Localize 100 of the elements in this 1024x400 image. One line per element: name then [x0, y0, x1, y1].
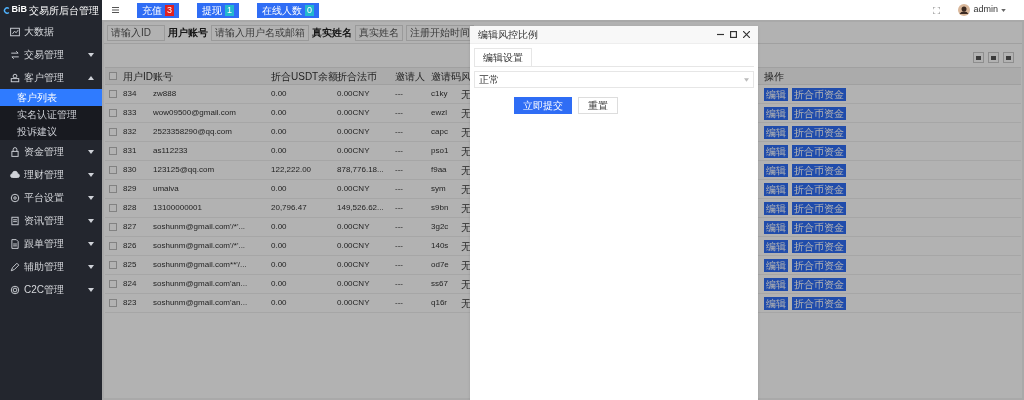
- action-button[interactable]: 折合币资金: [792, 220, 846, 234]
- action-button[interactable]: 折合币资金: [792, 277, 846, 291]
- action-button[interactable]: 编辑: [764, 87, 788, 101]
- table-cell-text: ---: [394, 202, 404, 214]
- table-cell-text: 123125@qq.com: [152, 164, 216, 176]
- table-cell-text: as112233: [152, 145, 189, 157]
- select-all-checkbox[interactable]: [109, 72, 117, 80]
- action-button[interactable]: 编辑: [764, 163, 788, 177]
- sidebar-item[interactable]: 资金管理: [0, 140, 102, 163]
- table-cell-text: 0.00: [270, 126, 288, 138]
- action-button[interactable]: 折合币资金: [792, 144, 846, 158]
- action-button[interactable]: 折合币资金: [792, 201, 846, 215]
- table-cell-text: 0.00CNY: [336, 278, 371, 290]
- avatar-icon: [958, 4, 971, 16]
- table-cell-text: 0.00: [270, 145, 288, 157]
- sidebar-item[interactable]: 客户管理: [0, 66, 102, 89]
- sidebar-subitem[interactable]: 客户列表: [0, 89, 102, 106]
- reset-button[interactable]: 重置: [578, 97, 618, 114]
- sidebar-item[interactable]: C2C管理: [0, 278, 102, 301]
- count-badge: 3: [165, 4, 174, 16]
- action-button[interactable]: 编辑: [764, 182, 788, 196]
- table-cell-text: 829: [122, 183, 138, 195]
- submit-button[interactable]: 立即提交: [514, 97, 572, 114]
- sidebar-item[interactable]: 资讯管理: [0, 209, 102, 232]
- lock-icon: [10, 146, 20, 157]
- filter-field[interactable]: 请输入用户名或邮箱: [211, 24, 309, 41]
- minimize-icon[interactable]: [717, 31, 724, 38]
- sidebar-subitem[interactable]: 投诉建议: [0, 123, 102, 140]
- notification-button[interactable]: 在线人数 0: [257, 2, 320, 18]
- action-button[interactable]: 折合币资金: [792, 296, 846, 310]
- row-checkbox[interactable]: [109, 223, 117, 231]
- count-badge: 1: [225, 4, 235, 16]
- filter-field[interactable]: 注册开始时间: [406, 24, 474, 41]
- table-cell-text: 0.00CNY: [336, 88, 371, 100]
- table-cell-text: 0.00CNY: [336, 107, 371, 119]
- chart-icon: [10, 26, 20, 37]
- sidebar-item[interactable]: 平台设置: [0, 186, 102, 209]
- user-name[interactable]: admin: [973, 3, 998, 17]
- action-button[interactable]: 编辑: [764, 144, 788, 158]
- action-button[interactable]: 折合币资金: [792, 106, 846, 120]
- filter-label: 用户账号: [168, 26, 208, 40]
- menu-icon[interactable]: [112, 7, 119, 13]
- action-button[interactable]: 折合币资金: [792, 239, 846, 253]
- row-checkbox[interactable]: [109, 185, 117, 193]
- row-checkbox[interactable]: [109, 90, 117, 98]
- action-button[interactable]: 编辑: [764, 125, 788, 139]
- table-cell-text: 825: [122, 259, 138, 271]
- action-button[interactable]: 编辑: [764, 106, 788, 120]
- sidebar-subitem[interactable]: 实名认证管理: [0, 106, 102, 123]
- action-button[interactable]: 编辑: [764, 239, 788, 253]
- coin-icon: [10, 284, 20, 295]
- sidebar-item[interactable]: 大数据: [0, 20, 102, 43]
- sidebar-item[interactable]: 交易管理: [0, 43, 102, 66]
- table-cell-text: 3g2c: [430, 221, 450, 233]
- table-cell-text: 834: [122, 88, 138, 100]
- filter-field[interactable]: 请输入ID: [107, 24, 165, 41]
- table-cell-text: 2523358290@qq.com: [152, 126, 233, 138]
- row-checkbox[interactable]: [109, 109, 117, 117]
- row-checkbox[interactable]: [109, 261, 117, 269]
- table-cell-text: umaiva: [152, 183, 180, 195]
- action-button[interactable]: 折合币资金: [792, 258, 846, 272]
- table-cell-text: ss67: [430, 278, 449, 290]
- row-checkbox[interactable]: [109, 128, 117, 136]
- action-button[interactable]: 折合币资金: [792, 125, 846, 139]
- action-button[interactable]: 折合币资金: [792, 182, 846, 196]
- action-button[interactable]: 编辑: [764, 201, 788, 215]
- settings-icon: [10, 192, 20, 203]
- notification-button[interactable]: 充值 3: [137, 2, 179, 18]
- close-icon[interactable]: [743, 31, 750, 38]
- action-button[interactable]: 编辑: [764, 258, 788, 272]
- action-button[interactable]: 折合币资金: [792, 163, 846, 177]
- settings-tab[interactable]: 编辑设置: [474, 48, 532, 66]
- table-cell-text: 0.00CNY: [336, 145, 371, 157]
- row-checkbox[interactable]: [109, 147, 117, 155]
- cloud-icon: [10, 169, 20, 180]
- caret-icon: [88, 218, 94, 223]
- fullscreen-icon[interactable]: [933, 6, 941, 14]
- row-checkbox[interactable]: [109, 299, 117, 307]
- row-checkbox[interactable]: [109, 166, 117, 174]
- row-checkbox[interactable]: [109, 242, 117, 250]
- table-cell-text: q16r: [430, 297, 448, 309]
- row-checkbox[interactable]: [109, 280, 117, 288]
- row-checkbox[interactable]: [109, 204, 117, 212]
- caret-icon: [744, 77, 749, 82]
- status-select[interactable]: 正常: [474, 71, 754, 88]
- table-cell-text: sym: [430, 183, 447, 195]
- sidebar-item[interactable]: 跟单管理: [0, 232, 102, 255]
- table-cell-text: soshunm@gmail.com**'/...: [152, 259, 248, 271]
- sidebar-item[interactable]: 辅助管理: [0, 255, 102, 278]
- table-cell-text: 0.00: [270, 107, 288, 119]
- action-button[interactable]: 编辑: [764, 220, 788, 234]
- maximize-icon[interactable]: [730, 31, 737, 38]
- sidebar-item[interactable]: 理财管理: [0, 163, 102, 186]
- notification-button[interactable]: 提现 1: [197, 2, 240, 18]
- filter-field[interactable]: 真实姓名: [355, 24, 403, 41]
- action-button[interactable]: 编辑: [764, 296, 788, 310]
- table-cell-text: ---: [394, 221, 404, 233]
- action-button[interactable]: 折合币资金: [792, 87, 846, 101]
- table-cell-text: 0.00: [270, 278, 288, 290]
- action-button[interactable]: 编辑: [764, 277, 788, 291]
